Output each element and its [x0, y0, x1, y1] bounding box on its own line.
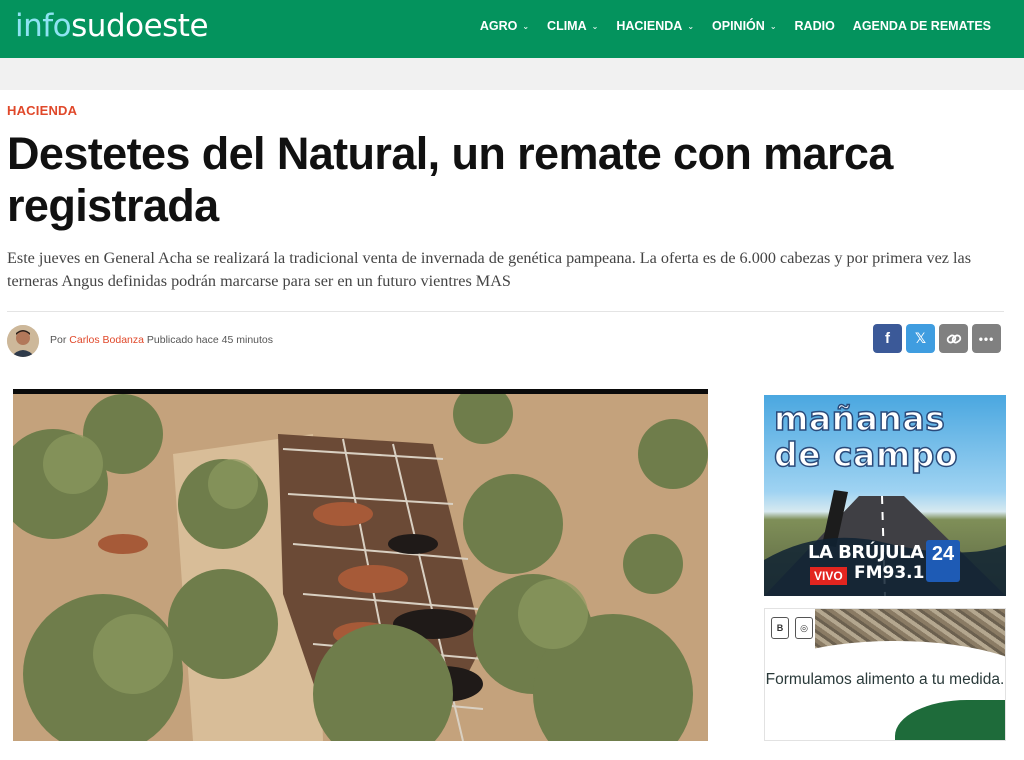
nav-item-label: RADIO: [794, 19, 835, 33]
nav-item-label: AGENDA DE REMATES: [852, 19, 991, 33]
nav-item-label: AGRO: [479, 19, 518, 33]
logo-info-text: info: [15, 8, 72, 44]
nav-item-label: CLIMA: [547, 19, 587, 33]
share-x-button[interactable]: 𝕏: [906, 324, 935, 353]
chevron-down-icon: ⌄: [591, 21, 599, 31]
nav-item-label: OPINIÓN: [712, 19, 765, 33]
certification-logo: ◎: [795, 617, 813, 639]
certification-logos: B ◎: [771, 617, 813, 639]
site-logo[interactable]: infosudoeste: [15, 6, 209, 46]
nav-item-radio[interactable]: RADIO: [786, 19, 844, 33]
ad-formulamos-alimento[interactable]: B ◎ Formulamos alimento a tu medida.: [764, 608, 1006, 741]
station-badge: 24: [926, 540, 960, 582]
byline: Por Carlos Bodanza Publicado hace 45 min…: [50, 334, 273, 346]
ad-title-line1: mañanas: [773, 399, 946, 438]
main-nav: AGRO ⌄ CLIMA ⌄ HACIENDA ⌄ OPINIÓN ⌄ RADI…: [471, 0, 1000, 52]
nav-item-label: HACIENDA: [616, 19, 683, 33]
ad-placeholder-band: [0, 58, 1024, 90]
chevron-down-icon: ⌄: [522, 21, 530, 31]
article-video[interactable]: [13, 389, 708, 741]
site-header: infosudoeste AGRO ⌄ CLIMA ⌄ HACIENDA ⌄ O…: [0, 0, 1024, 58]
chevron-down-icon: ⌄: [687, 21, 695, 31]
nav-item-opinion[interactable]: OPINIÓN ⌄: [703, 19, 786, 33]
ad-tagline: Formulamos alimento a tu medida.: [765, 671, 1005, 688]
link-icon: [946, 334, 961, 343]
badge-number: 24: [931, 543, 955, 565]
article-summary: Este jueves en General Acha se realizará…: [7, 249, 972, 290]
published-time: hace 45 minutos: [195, 334, 274, 346]
author-avatar[interactable]: [7, 325, 39, 357]
ad-title-line2: de campo: [773, 435, 959, 474]
logo-sudoeste-text: sudoeste: [71, 8, 209, 44]
live-badge: VIVO: [810, 567, 847, 585]
article-title: Destetes del Natural, un remate con marc…: [7, 128, 893, 231]
byline-prefix: Por: [50, 334, 67, 346]
published-label: Publicado: [146, 334, 194, 346]
b-corp-logo: B: [771, 617, 789, 639]
station-name: LA BRÚJULA: [808, 542, 924, 563]
more-icon: •••: [978, 331, 995, 346]
article-category[interactable]: HACIENDA: [7, 103, 77, 118]
nav-item-hacienda[interactable]: HACIENDA ⌄: [607, 19, 703, 33]
chevron-down-icon: ⌄: [769, 21, 777, 31]
more-share-button[interactable]: •••: [972, 324, 1001, 353]
author-link[interactable]: Carlos Bodanza: [69, 334, 144, 346]
copy-link-button[interactable]: [939, 324, 968, 353]
facebook-icon: f: [885, 330, 890, 347]
nav-item-agenda-de-remates[interactable]: AGENDA DE REMATES: [844, 19, 1000, 33]
ad-mananas-de-campo[interactable]: mañanas de campo LA BRÚJULA 24 VIVO FM93…: [764, 395, 1006, 596]
x-icon: 𝕏: [914, 330, 927, 346]
nav-item-agro[interactable]: AGRO ⌄: [471, 19, 538, 33]
divider: [7, 311, 1004, 312]
avatar-image: [7, 325, 39, 357]
cattle-pens-image: [13, 394, 708, 741]
share-facebook-button[interactable]: f: [873, 324, 902, 353]
nav-item-clima[interactable]: CLIMA ⌄: [538, 19, 607, 33]
station-frequency: FM93.1: [854, 563, 925, 583]
